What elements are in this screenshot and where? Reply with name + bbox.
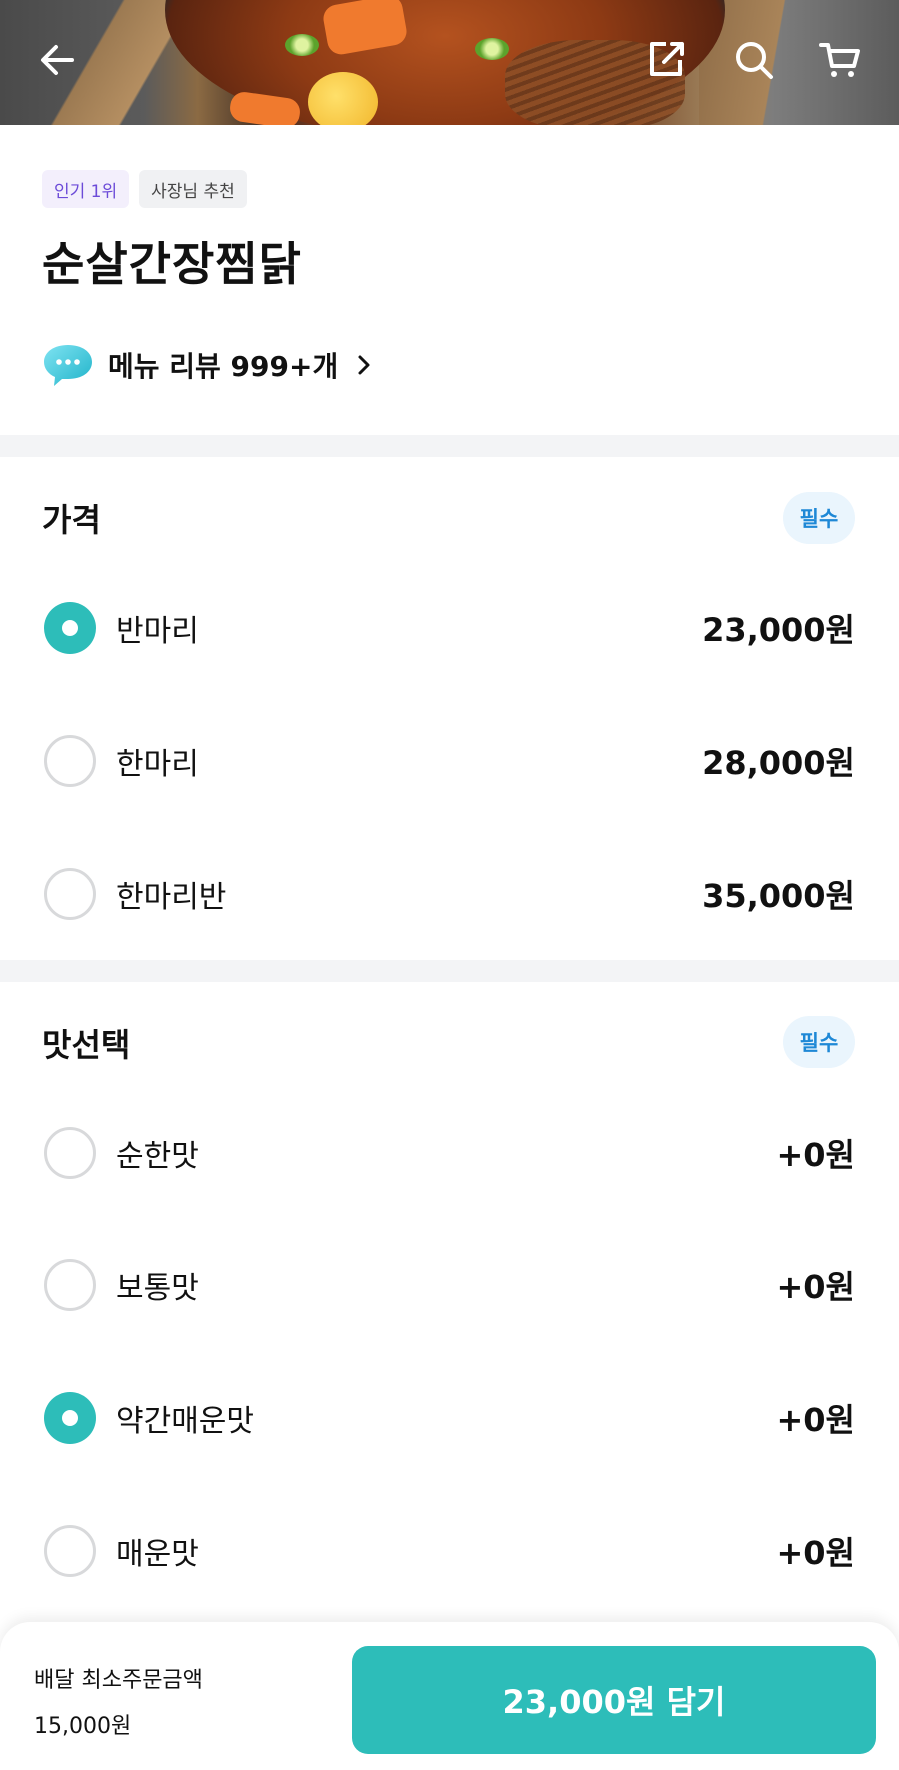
review-count-text: 메뉴 리뷰 999+개	[108, 350, 339, 383]
price-option-whole[interactable]: 한마리 28,000원	[0, 706, 899, 816]
price-section-title: 가격	[42, 501, 101, 539]
option-price: +0원	[776, 1401, 855, 1439]
option-price: +0원	[776, 1534, 855, 1572]
price-option-one-and-half[interactable]: 한마리반 35,000원	[0, 839, 899, 949]
review-bubble-icon	[44, 345, 92, 386]
back-button[interactable]	[32, 34, 84, 86]
taste-section-title: 맛선택	[42, 1026, 131, 1064]
cart-button[interactable]	[814, 34, 866, 86]
option-label: 약간매운맛	[116, 1404, 254, 1439]
section-divider	[0, 435, 899, 457]
menu-title: 순살간장찜닭	[42, 237, 302, 291]
menu-review-link[interactable]: 메뉴 리뷰 999+개	[42, 340, 374, 390]
taste-option-spicy[interactable]: 매운맛 +0원	[0, 1496, 899, 1606]
popular-badge: 인기 1위	[42, 170, 130, 208]
price-required-badge: 필수	[783, 492, 855, 544]
min-order-value: 15,000원	[34, 1714, 132, 1739]
radio-button[interactable]	[44, 1392, 96, 1444]
option-label: 한마리	[116, 747, 199, 782]
section-divider	[0, 960, 899, 982]
cart-icon	[819, 43, 860, 77]
add-to-cart-button[interactable]: 23,000원 담기	[352, 1646, 876, 1754]
badge-list: 인기 1위 사장님 추천	[42, 170, 247, 208]
option-price: 28,000원	[702, 744, 855, 782]
radio-button[interactable]	[44, 602, 96, 654]
taste-option-normal[interactable]: 보통맛 +0원	[0, 1230, 899, 1340]
option-label: 보통맛	[116, 1271, 199, 1306]
share-button[interactable]	[640, 34, 692, 86]
arrow-left-icon	[41, 45, 74, 75]
owner-pick-badge: 사장님 추천	[139, 170, 247, 208]
option-price: 23,000원	[702, 611, 855, 649]
option-price: +0원	[776, 1268, 855, 1306]
option-price: +0원	[776, 1136, 855, 1174]
search-icon	[736, 42, 773, 79]
radio-button[interactable]	[44, 868, 96, 920]
radio-button[interactable]	[44, 1525, 96, 1577]
bottom-order-bar: 배달 최소주문금액 15,000원 23,000원 담기	[0, 1622, 899, 1770]
option-label: 매운맛	[116, 1537, 199, 1572]
option-label: 한마리반	[116, 880, 227, 915]
radio-button[interactable]	[44, 735, 96, 787]
radio-button[interactable]	[44, 1259, 96, 1311]
option-price: 35,000원	[702, 877, 855, 915]
option-label: 순한맛	[116, 1139, 199, 1174]
taste-option-slightly-spicy[interactable]: 약간매운맛 +0원	[0, 1363, 899, 1473]
search-button[interactable]	[728, 34, 780, 86]
share-icon	[650, 42, 684, 76]
option-label: 반마리	[116, 614, 199, 649]
min-order-label: 배달 최소주문금액	[34, 1668, 203, 1693]
radio-button[interactable]	[44, 1127, 96, 1179]
price-option-half[interactable]: 반마리 23,000원	[0, 573, 899, 683]
taste-option-mild[interactable]: 순한맛 +0원	[0, 1098, 899, 1208]
chevron-right-icon	[358, 355, 370, 375]
taste-required-badge: 필수	[783, 1016, 855, 1068]
